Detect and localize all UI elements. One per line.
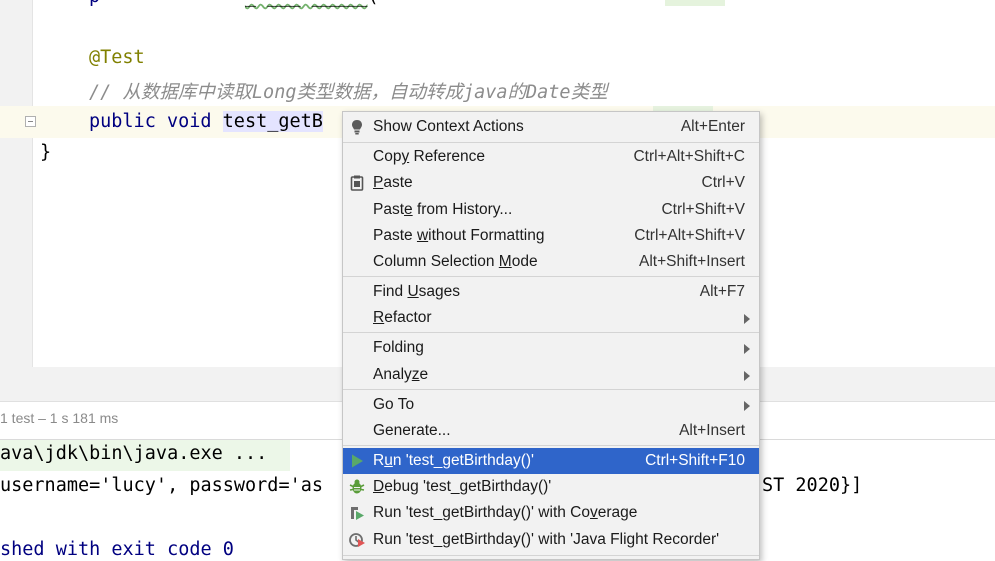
menu-item-shortcut: Alt+Shift+Insert — [639, 253, 745, 270]
menu-item-folding[interactable]: Folding — [343, 335, 759, 361]
console-line-tail: ST 2020}] — [762, 475, 863, 496]
menu-separator — [343, 276, 759, 277]
menu-item-column-selection-mode[interactable]: Column Selection Mode Alt+Shift+Insert — [343, 249, 759, 275]
menu-item-label: Reference — [409, 148, 486, 165]
submenu-arrow-icon — [744, 314, 750, 324]
menu-item-shortcut: Ctrl+Alt+Shift+V — [634, 227, 745, 244]
menu-item-run-with-flight-recorder[interactable]: Run 'test_getBirthday()' with 'Java Flig… — [343, 527, 759, 553]
test-summary: 1 test – 1 s 181 ms — [0, 410, 119, 426]
menu-item-mnemonic: R — [373, 309, 385, 326]
menu-item-label: ode — [511, 253, 538, 270]
menu-item-label: ebug 'test_getBirthday()' — [384, 478, 552, 495]
menu-item-label: ithout Formatting — [428, 227, 545, 244]
code-annotation: @Test — [89, 47, 145, 68]
menu-item-mnemonic: v — [590, 504, 598, 521]
menu-item-mnemonic: w — [416, 227, 429, 244]
menu-item-run-with-coverage[interactable]: Run 'test_getBirthday()' with Coverage — [343, 500, 759, 526]
profiler-icon — [349, 533, 365, 547]
menu-item-go-to[interactable]: Go To — [343, 392, 759, 418]
menu-item-label: sages — [418, 283, 461, 300]
code-line-partial: p _ ___ _____( — [89, 0, 379, 7]
menu-item-label: n 'test_getBirthday()' — [392, 452, 535, 469]
menu-item-label: Cop — [373, 148, 402, 165]
menu-item-debug-test[interactable]: Debug 'test_getBirthday()' — [343, 474, 759, 500]
editor-context-menu: Show Context Actions Alt+Enter Copy Refe… — [342, 111, 760, 560]
menu-item-label: Folding — [373, 339, 424, 356]
console-line-command: ava\jdk\bin\java.exe ... — [0, 443, 268, 464]
menu-item-label: Generate... — [373, 422, 451, 439]
submenu-arrow-icon — [744, 371, 750, 381]
inlay-highlight — [665, 0, 725, 6]
menu-separator — [343, 142, 759, 143]
menu-item-paste-without-formatting[interactable]: Paste without Formatting Ctrl+Alt+Shift+… — [343, 223, 759, 249]
method-name: test_getB — [222, 111, 323, 132]
menu-item-label: Find — [373, 283, 408, 300]
menu-item-label: erage — [597, 504, 638, 521]
menu-item-copy-reference[interactable]: Copy Reference Ctrl+Alt+Shift+C — [343, 144, 759, 170]
fold-toggle-icon[interactable] — [25, 116, 36, 127]
menu-item-shortcut: Ctrl+Shift+V — [661, 201, 745, 218]
menu-item-shortcut: Alt+Insert — [679, 422, 745, 439]
menu-item-mnemonic: P — [373, 174, 384, 191]
menu-item-paste-from-history[interactable]: Paste from History... Ctrl+Shift+V — [343, 197, 759, 223]
method-keywords: public void — [89, 111, 212, 132]
debug-icon — [349, 479, 365, 494]
menu-item-refactor[interactable]: Refactor — [343, 305, 759, 331]
code-comment: // 从数据库中读取Long类型数据，自动转成java的Date类型 — [89, 82, 608, 103]
console-line-exit: shed with exit code 0 — [0, 539, 234, 560]
menu-item-label: Run 'test_getBirthday()' with Co — [373, 504, 590, 521]
menu-item-shortcut: Ctrl+Shift+F10 — [645, 452, 745, 469]
menu-separator — [343, 555, 759, 556]
menu-separator — [343, 389, 759, 390]
menu-item-shortcut: Alt+F7 — [699, 283, 745, 300]
coverage-icon — [351, 507, 364, 520]
submenu-arrow-icon — [744, 401, 750, 411]
menu-item-label: R — [373, 452, 385, 469]
menu-item-label: aste — [383, 174, 413, 191]
menu-item-mnemonic: z — [411, 366, 420, 383]
menu-item-show-context-actions[interactable]: Show Context Actions Alt+Enter — [343, 114, 759, 140]
code-method-signature: public void test_getB — [89, 111, 323, 132]
run-icon — [352, 454, 363, 468]
menu-item-mnemonic: e — [404, 201, 413, 218]
menu-item-label: Analy — [373, 366, 412, 383]
menu-item-label: Go To — [373, 396, 415, 413]
menu-item-find-usages[interactable]: Find Usages Alt+F7 — [343, 279, 759, 305]
clipboard-icon — [350, 175, 364, 191]
menu-item-label: Paste — [373, 227, 417, 244]
menu-item-label: Past — [373, 201, 405, 218]
menu-item-generate[interactable]: Generate... Alt+Insert — [343, 418, 759, 444]
menu-item-label: Run 'test_getBirthday()' with 'Java Flig… — [373, 531, 720, 548]
menu-item-shortcut: Ctrl+V — [701, 174, 746, 191]
menu-item-paste[interactable]: Paste Ctrl+V — [343, 170, 759, 196]
menu-item-run-test[interactable]: Run 'test_getBirthday()' Ctrl+Shift+F10 — [343, 448, 759, 474]
menu-item-analyze[interactable]: Analyze — [343, 362, 759, 388]
menu-item-label: Show Context Actions — [373, 118, 524, 135]
submenu-arrow-icon — [744, 344, 750, 354]
menu-item-shortcut: Ctrl+Alt+Shift+C — [633, 148, 745, 165]
console-line-output: username='lucy', password='as — [0, 475, 324, 496]
code-closing-brace: } — [40, 142, 52, 163]
menu-item-mnemonic: u — [384, 452, 393, 469]
menu-item-mnemonic: D — [373, 478, 385, 495]
menu-item-label: from History... — [412, 201, 513, 218]
lightbulb-icon — [352, 120, 362, 135]
editor-gutter — [0, 0, 33, 367]
menu-item-shortcut: Alt+Enter — [680, 118, 745, 135]
menu-separator — [343, 445, 759, 446]
menu-item-label: efactor — [384, 309, 432, 326]
menu-item-label: Column Selection — [373, 253, 499, 270]
menu-item-label: e — [419, 366, 429, 383]
menu-separator — [343, 332, 759, 333]
menu-item-mnemonic: M — [498, 253, 512, 270]
menu-item-mnemonic: U — [407, 283, 419, 300]
